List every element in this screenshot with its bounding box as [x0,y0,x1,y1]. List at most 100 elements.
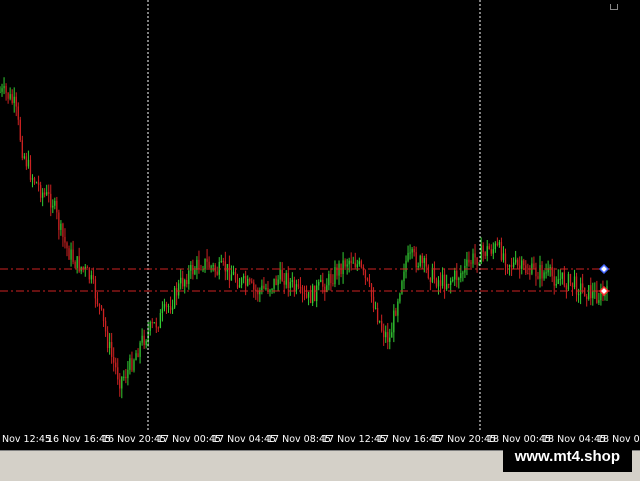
candle-body [584,287,586,297]
candle-body [15,96,17,107]
candle-body [98,304,101,306]
candle-body [46,192,48,195]
candle-body [129,358,131,370]
candle-body [468,259,470,263]
candle-body [399,293,401,302]
candle-body [397,301,399,316]
candle-body [476,257,478,265]
candle-body [153,322,155,324]
candle-body [514,259,517,263]
chart-shift-marker-icon[interactable] [610,4,618,10]
candle-body [579,283,582,295]
candle-body [303,292,306,294]
candle-body [11,94,13,103]
candle-body [64,236,66,243]
candle-body [433,267,436,280]
candle-body [198,259,200,270]
chart-area[interactable] [0,0,640,432]
candle-body [56,200,58,213]
candle-body [405,260,407,272]
candle-body [76,256,78,269]
candle-body [307,291,310,298]
candle-body [104,320,107,332]
candle-body [376,307,379,323]
candle-body [466,259,468,266]
candle-body [92,275,95,280]
candle-body [263,285,265,289]
candle-body [561,272,563,279]
candle-body [196,259,198,270]
candle-body [318,281,320,286]
candle-body [490,249,492,254]
candle-body [460,273,462,279]
candle-body [58,212,60,230]
candle-body [238,285,241,288]
candle-body [555,283,557,286]
candle-body [253,282,255,290]
candle-body [141,335,143,343]
candle-body [242,276,245,279]
candle-body [113,356,115,363]
candle-body [334,267,336,285]
candle-body [188,270,190,285]
candle-body [143,335,145,345]
candle-body [366,278,369,280]
candle-body [484,252,486,256]
candle-body [598,300,600,303]
candle-body [389,337,391,342]
candle-body [115,362,117,368]
candle-body [180,277,182,284]
candle-body [569,273,572,283]
candle-body [208,261,210,268]
candle-body [72,249,74,262]
candle-body [111,342,113,357]
candle-body [370,283,373,297]
candle-body [23,156,26,158]
candle-body [450,280,452,285]
candle-body [159,313,162,328]
candle-body [249,278,251,282]
candle-body [506,265,509,267]
candle-body [214,265,216,272]
candle-body [123,376,125,378]
candle-body [557,279,559,284]
candle-body [571,282,574,288]
candle-body [291,280,293,282]
candle-body [549,266,551,269]
candle-body [470,262,472,264]
candle-body [356,264,358,268]
candle-body [17,106,19,120]
candle-body [385,332,387,338]
candle-body [137,353,139,357]
candle-body [498,242,501,246]
candle-body [415,252,417,268]
candle-body [295,284,298,291]
candle-body [167,306,170,308]
price-chart[interactable] [0,0,640,432]
candle-body [287,273,289,288]
candle-body [458,278,460,280]
candle-body [472,253,474,264]
candle-body [403,271,405,282]
candle-body [338,263,340,276]
candle-body [88,267,90,280]
candle-body [391,332,393,338]
candle-body [139,342,141,357]
candle-body [445,283,448,290]
candle-body [322,279,324,287]
candle-body [413,249,415,253]
candle-body [54,200,56,206]
candle-body [305,293,308,298]
candle-body [74,261,76,269]
candle-body [285,273,287,285]
candle-body [314,285,316,302]
candle-body [228,264,231,281]
diamond-icon[interactable] [598,263,610,275]
candle-body [13,96,15,103]
candle-body [19,119,21,141]
candle-body [39,185,42,198]
candle-body [86,266,88,268]
candle-body [539,264,541,279]
candle-body [94,279,97,299]
candle-body [573,276,576,288]
